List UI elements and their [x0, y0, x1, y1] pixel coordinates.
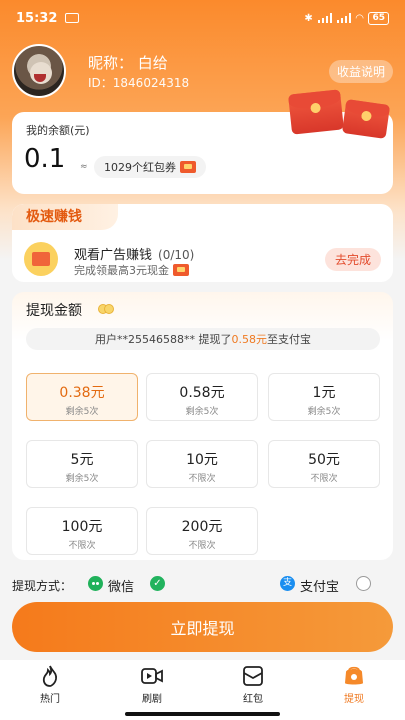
amount-option-0-58[interactable]: 0.58元 剩余5次 — [146, 373, 258, 421]
ad-task-subtitle-text: 完成领最高3元现金 — [74, 264, 169, 277]
nickname: 昵称： 白给 — [88, 54, 168, 72]
tab-label: 热门 — [40, 694, 60, 705]
ad-task-icon — [24, 242, 58, 276]
red-envelope-icon — [180, 161, 196, 173]
wallet-icon — [345, 666, 363, 685]
amount-option-1[interactable]: 1元 剩余5次 — [268, 373, 380, 421]
tab-withdraw[interactable]: 提现 — [324, 664, 384, 708]
alipay-option-label[interactable]: 支付宝 — [300, 576, 339, 595]
amount-option-100[interactable]: 100元 不限次 — [26, 507, 138, 555]
amount-remaining: 剩余5次 — [307, 407, 341, 417]
red-envelopes-illustration — [286, 88, 396, 148]
red-envelope-icon — [173, 264, 189, 276]
amount-value: 0.58元 — [179, 385, 225, 401]
battery-icon: 65 — [368, 11, 389, 25]
wechat-radio-checked[interactable]: ✓ — [150, 576, 165, 591]
amount-option-200[interactable]: 200元 不限次 — [146, 507, 258, 555]
amount-remaining: 剩余5次 — [65, 407, 99, 417]
bluetooth-icon: ✱ — [304, 12, 313, 24]
amount-value: 10元 — [186, 452, 218, 468]
quick-earn-card: 极速赚钱 观看广告赚钱 (0/10) 完成领最高3元现金 去完成 — [12, 204, 393, 282]
amount-remaining: 剩余5次 — [65, 474, 99, 484]
red-envelope-icon — [243, 666, 263, 686]
tab-drama[interactable]: 刷剧 — [122, 664, 182, 708]
signal-icon-2 — [336, 13, 351, 23]
amount-value: 200元 — [181, 519, 223, 535]
wechat-option-label[interactable]: 微信 — [108, 576, 134, 595]
coins-icon — [98, 304, 114, 314]
amount-value: 0.38元 — [59, 385, 105, 401]
alipay-radio-unchecked[interactable] — [356, 576, 371, 591]
notice-suffix: 至支付宝 — [267, 333, 311, 346]
amount-option-50[interactable]: 50元 不限次 — [268, 440, 380, 488]
home-indicator — [125, 712, 280, 716]
withdraw-title: 提现金额 — [26, 303, 82, 319]
alipay-icon[interactable]: 支 — [280, 576, 295, 591]
amount-value: 100元 — [61, 519, 103, 535]
wifi-icon: ◠ — [355, 12, 364, 24]
bottom-tab-bar: 热门 刷剧 红包 提现 — [0, 660, 405, 720]
coupon-count-badge: 1029个红包券 — [94, 156, 206, 178]
video-icon — [141, 668, 163, 684]
earnings-explain-button[interactable]: 收益说明 — [328, 60, 393, 83]
wechat-icon[interactable] — [88, 576, 103, 591]
amount-value: 1元 — [312, 385, 336, 401]
status-bar: 15:32 ✱ ◠ 65 — [0, 0, 405, 36]
amount-remaining: 不限次 — [310, 474, 338, 484]
status-time: 15:32 — [16, 10, 58, 26]
withdraw-card: 提现金额 用户**25546588** 提现了 0.58元 至支付宝 0.38元… — [12, 292, 393, 560]
tab-red-envelope[interactable]: 红包 — [223, 664, 283, 708]
user-id: ID：1846024318 — [88, 76, 190, 90]
tab-hot[interactable]: 热门 — [20, 664, 80, 708]
ad-task-progress: (0/10) — [158, 248, 195, 262]
ad-task-title-text: 观看广告赚钱 — [74, 248, 153, 263]
amount-option-10[interactable]: 10元 不限次 — [146, 440, 258, 488]
notice-amount: 0.58元 — [231, 333, 268, 346]
payment-method-row: 提现方式： 微信 ✓ 支 支付宝 — [12, 572, 393, 596]
go-complete-button[interactable]: 去完成 — [324, 248, 381, 271]
amount-remaining: 不限次 — [188, 474, 216, 484]
approx-sign: ≈ — [80, 162, 88, 172]
amount-option-0-38[interactable]: 0.38元 剩余5次 — [26, 373, 138, 421]
app-notification-icon — [65, 13, 80, 23]
amount-value: 50元 — [308, 452, 340, 468]
payment-method-label: 提现方式： — [12, 579, 73, 593]
balance-value: 0.1 — [24, 144, 66, 174]
ad-task-title: 观看广告赚钱 (0/10) — [74, 244, 194, 263]
tab-label: 提现 — [344, 694, 364, 705]
amount-value: 5元 — [70, 452, 94, 468]
amount-remaining: 不限次 — [188, 541, 216, 551]
tab-label: 红包 — [243, 694, 263, 705]
coupon-count: 1029个红包券 — [104, 161, 176, 174]
amount-option-5[interactable]: 5元 剩余5次 — [26, 440, 138, 488]
withdraw-now-button[interactable]: 立即提现 — [12, 602, 393, 652]
avatar[interactable] — [12, 44, 66, 98]
quick-earn-tag: 极速赚钱 — [12, 204, 118, 230]
signal-icon — [317, 13, 332, 23]
tab-label: 刷剧 — [142, 694, 162, 705]
ad-task-subtitle: 完成领最高3元现金 — [74, 262, 189, 278]
flame-icon — [42, 665, 58, 687]
withdraw-notice-bar: 用户**25546588** 提现了 0.58元 至支付宝 — [26, 328, 380, 350]
notice-prefix: 用户**25546588** 提现了 — [95, 333, 232, 346]
amount-remaining: 剩余5次 — [185, 407, 219, 417]
amount-remaining: 不限次 — [68, 541, 96, 551]
status-icons: ✱ ◠ 65 — [304, 11, 389, 25]
balance-label: 我的余额(元) — [26, 124, 90, 137]
